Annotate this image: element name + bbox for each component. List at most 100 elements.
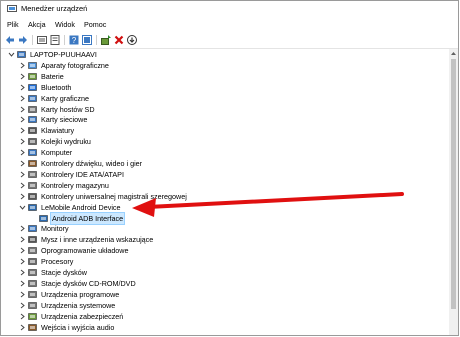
expand-chevron-icon[interactable] (19, 291, 26, 298)
tree-item[interactable]: Mysz i inne urządzenia wskazujące (1, 234, 449, 245)
security-device-icon (28, 312, 37, 321)
scrollbar-thumb[interactable] (451, 59, 456, 309)
monitor-icon (28, 224, 37, 233)
system-device-icon (28, 301, 37, 310)
scroll-up-icon[interactable] (449, 49, 458, 58)
tree-item[interactable]: Monitory (1, 223, 449, 234)
tree-item[interactable]: Komputer (1, 147, 449, 158)
svg-text:?: ? (72, 36, 77, 45)
tree-item[interactable]: Aparaty fotograficzne (1, 60, 449, 71)
tree-item[interactable]: Karty hostów SD (1, 104, 449, 115)
toolbar-separator (64, 35, 65, 45)
camera-icon (28, 61, 37, 70)
device-manager-app-icon (7, 5, 17, 13)
tree-item-label: Monitory (41, 224, 69, 234)
audio-io-icon (28, 323, 37, 332)
vertical-scrollbar[interactable] (449, 49, 458, 335)
menu-widok[interactable]: Widok (55, 20, 75, 29)
expand-chevron-icon[interactable] (19, 127, 26, 134)
expand-chevron-icon[interactable] (19, 247, 26, 254)
tree-item[interactable]: Kolejki wydruku (1, 136, 449, 147)
sound-icon (28, 159, 37, 168)
update-driver-icon[interactable] (100, 34, 112, 46)
tree-item[interactable]: Karty graficzne (1, 93, 449, 104)
forward-arrow-icon[interactable] (17, 34, 29, 46)
printer-icon (28, 137, 37, 146)
tree-item[interactable]: Kontrolery dźwięku, wideo i gier (1, 158, 449, 169)
tree-item[interactable]: Urządzenia programowe (1, 289, 449, 300)
tree-item-label: Bluetooth (41, 82, 72, 92)
tree-item-label: Stacje dysków (41, 268, 87, 277)
expand-chevron-icon[interactable] (19, 280, 26, 287)
tree-item[interactable]: LeMobile Android Device (1, 202, 449, 213)
tree-item[interactable]: Kontrolery IDE ATA/ATAPI (1, 169, 449, 180)
android-device-icon (28, 203, 37, 212)
processor-icon (28, 257, 37, 266)
tree-item-label: Urządzenia programowe (41, 289, 120, 299)
expand-chevron-icon[interactable] (19, 106, 26, 113)
tree-item[interactable]: Stacje dysków CD-ROM/DVD (1, 278, 449, 289)
mouse-icon (28, 235, 37, 244)
menu-pomoc[interactable]: Pomoc (84, 20, 106, 29)
expand-chevron-icon[interactable] (19, 95, 26, 102)
tree-item-label: Komputer (41, 148, 73, 158)
collapse-chevron-icon[interactable] (19, 204, 26, 211)
uninstall-icon[interactable] (113, 34, 125, 46)
expand-chevron-icon[interactable] (19, 182, 26, 189)
expand-chevron-icon[interactable] (19, 73, 26, 80)
menu-akcja[interactable]: Akcja (28, 20, 46, 29)
tree-item-label: Kontrolery magazynu (41, 180, 109, 190)
expand-chevron-icon[interactable] (19, 258, 26, 265)
tree-item[interactable]: Karty sieciowe (1, 114, 449, 125)
toolbar-separator (32, 35, 33, 45)
tree-item[interactable]: Oprogramowanie układowe (1, 245, 449, 256)
adb-interface-icon (39, 214, 48, 223)
expand-chevron-icon[interactable] (19, 269, 26, 276)
expand-chevron-icon[interactable] (19, 313, 26, 320)
tree-item[interactable]: Kontrolery magazynu (1, 180, 449, 191)
tree-item[interactable]: Wejścia i wyjścia audio (1, 322, 449, 333)
tree-item[interactable]: Bluetooth (1, 82, 449, 93)
display-adapter-icon (28, 94, 37, 103)
tree-item[interactable]: Stacje dysków (1, 267, 449, 278)
storage-controller-icon (28, 181, 37, 190)
collapse-chevron-icon[interactable] (8, 51, 15, 58)
view-icon[interactable] (81, 34, 93, 46)
tree-item[interactable]: Baterie (1, 71, 449, 82)
back-arrow-icon[interactable] (4, 34, 16, 46)
expand-chevron-icon[interactable] (19, 302, 26, 309)
expand-chevron-icon[interactable] (19, 138, 26, 145)
toolbar-separator (96, 35, 97, 45)
tree-item-label: Stacje dysków CD-ROM/DVD (41, 278, 136, 288)
tree-root[interactable]: LAPTOP-PUUHAAVI (1, 49, 449, 60)
device-tree[interactable]: LAPTOP-PUUHAAVI Aparaty fotograficzne Bate… (1, 49, 449, 335)
tree-item[interactable]: Klawiatury (1, 125, 449, 136)
expand-chevron-icon[interactable] (19, 149, 26, 156)
tree-item[interactable]: Procesory (1, 256, 449, 267)
disk-drive-icon (28, 268, 37, 277)
ide-controller-icon (28, 170, 37, 179)
keyboard-icon (28, 126, 37, 135)
properties-icon[interactable] (49, 34, 61, 46)
expand-chevron-icon[interactable] (19, 171, 26, 178)
expand-chevron-icon[interactable] (19, 193, 26, 200)
tree-item[interactable]: Kontrolery uniwersalnej magistrali szere… (1, 191, 449, 202)
expand-chevron-icon[interactable] (19, 116, 26, 123)
window-title: Menedżer urządzeń (21, 4, 88, 13)
tree-item[interactable]: Urządzenia zabezpieczeń (1, 311, 449, 322)
expand-chevron-icon[interactable] (19, 324, 26, 331)
computer-icon (28, 148, 37, 157)
tree-child-item[interactable]: Android ADB Interface (1, 211, 449, 225)
expand-chevron-icon[interactable] (19, 84, 26, 91)
expand-chevron-icon[interactable] (19, 62, 26, 69)
menu-plik[interactable]: Plik (7, 20, 19, 29)
tree-item[interactable]: Urządzenia systemowe (1, 300, 449, 311)
scan-hardware-icon[interactable] (126, 34, 138, 46)
expand-chevron-icon[interactable] (19, 225, 26, 232)
show-hidden-icon[interactable] (36, 34, 48, 46)
help-icon[interactable]: ? (68, 34, 80, 46)
expand-chevron-icon[interactable] (19, 160, 26, 167)
firmware-icon (28, 246, 37, 255)
expand-chevron-icon[interactable] (19, 236, 26, 243)
bluetooth-icon (28, 83, 37, 92)
